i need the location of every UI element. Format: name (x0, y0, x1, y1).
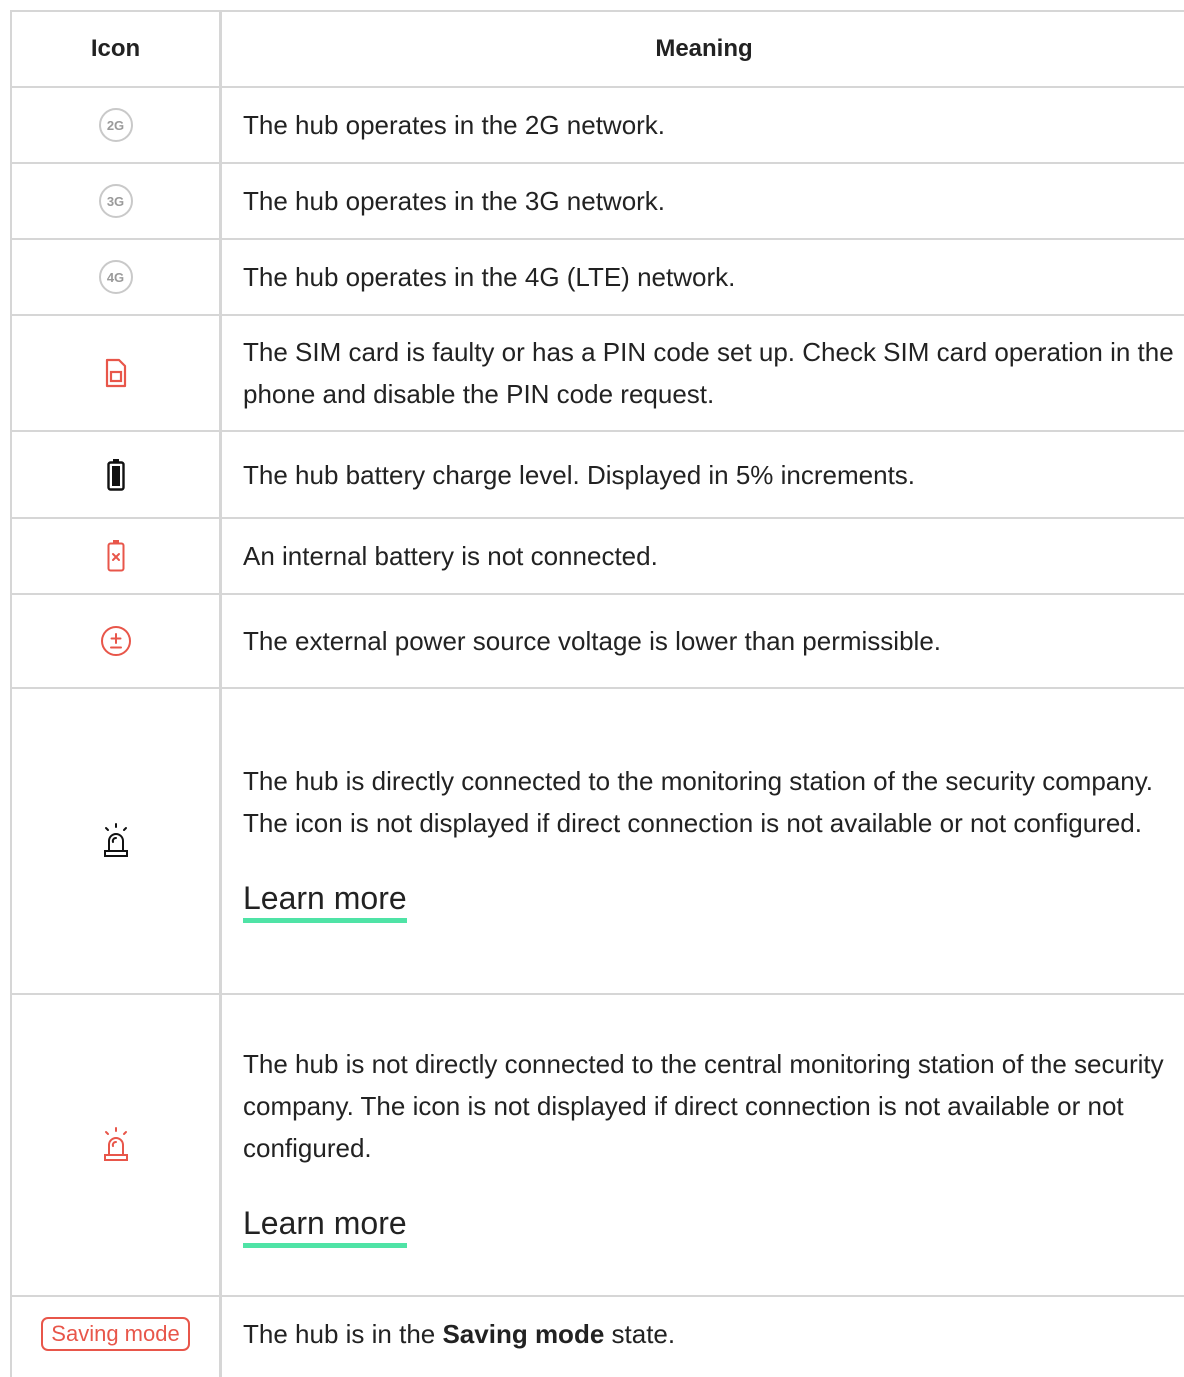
meaning-cell: The external power source voltage is low… (243, 626, 942, 656)
learn-more-link[interactable]: Learn more (243, 1203, 407, 1248)
icon-cell (12, 689, 222, 993)
table-row: 2G The hub operates in the 2G network. (12, 88, 1184, 164)
icons-table: Icon Meaning 2G The hub operates in the … (10, 10, 1184, 1377)
table-row: The external power source voltage is low… (12, 595, 1184, 689)
icon-cell (12, 432, 222, 517)
meaning-cell: An internal battery is not connected. (243, 541, 658, 571)
icon-cell: 2G (12, 88, 222, 162)
icon-cell: 3G (12, 164, 222, 238)
4g-network-icon: 4G (98, 260, 133, 294)
table-row: Saving mode The hub is in the Saving mod… (12, 1297, 1184, 1377)
meaning-text: The hub is in the Saving mode state. (243, 1313, 1184, 1355)
meaning-text: The hub is directly connected to the mon… (243, 765, 1153, 838)
learn-more-link[interactable]: Learn more (243, 878, 407, 923)
low-voltage-icon (100, 626, 131, 656)
header-meaning: Meaning (655, 35, 753, 62)
icon-cell: 4G (12, 240, 222, 314)
icon-cell (12, 316, 222, 430)
meaning-cell: The hub operates in the 4G (LTE) network… (243, 262, 736, 292)
table-row: The SIM card is faulty or has a PIN code… (12, 316, 1184, 432)
meaning-prefix: The hub is in the (243, 1319, 443, 1349)
monitoring-connected-icon (103, 823, 128, 857)
meaning-suffix: state. (604, 1319, 676, 1349)
3g-network-icon: 3G (98, 184, 133, 218)
meaning-text: The hub is not directly connected to the… (243, 1048, 1164, 1163)
table-row: The hub is directly connected to the mon… (12, 689, 1184, 995)
meaning-bold: Saving mode (442, 1319, 605, 1349)
meaning-cell: The SIM card is faulty or has a PIN code… (243, 337, 1174, 409)
icon-cell (12, 519, 222, 593)
monitoring-disconnected-icon (103, 1127, 128, 1161)
header-icon: Icon (12, 12, 222, 86)
meaning-cell: The hub is directly connected to the mon… (222, 689, 1184, 993)
table-header-row: Icon Meaning (12, 12, 1184, 88)
2g-network-icon: 2G (98, 108, 133, 142)
meaning-cell: The hub operates in the 2G network. (243, 110, 666, 140)
icon-cell (12, 595, 222, 687)
saving-mode-badge: Saving mode (41, 1317, 190, 1351)
meaning-cell: The hub is in the Saving mode state. (222, 1297, 1184, 1377)
battery-level-icon (106, 458, 125, 491)
battery-disconnected-icon (107, 540, 124, 572)
table-row: An internal battery is not connected. (12, 519, 1184, 595)
meaning-cell: The hub battery charge level. Displayed … (243, 459, 916, 490)
table-row: The hub battery charge level. Displayed … (12, 432, 1184, 519)
table-row: 4G The hub operates in the 4G (LTE) netw… (12, 240, 1184, 316)
meaning-cell: The hub operates in the 3G network. (243, 186, 666, 216)
table-row: 3G The hub operates in the 3G network. (12, 164, 1184, 240)
meaning-cell: The hub is not directly connected to the… (222, 995, 1184, 1295)
sim-card-fault-icon (105, 358, 126, 388)
table-row: The hub is not directly connected to the… (12, 995, 1184, 1297)
icon-cell: Saving mode (12, 1297, 222, 1377)
icon-cell (12, 995, 222, 1295)
